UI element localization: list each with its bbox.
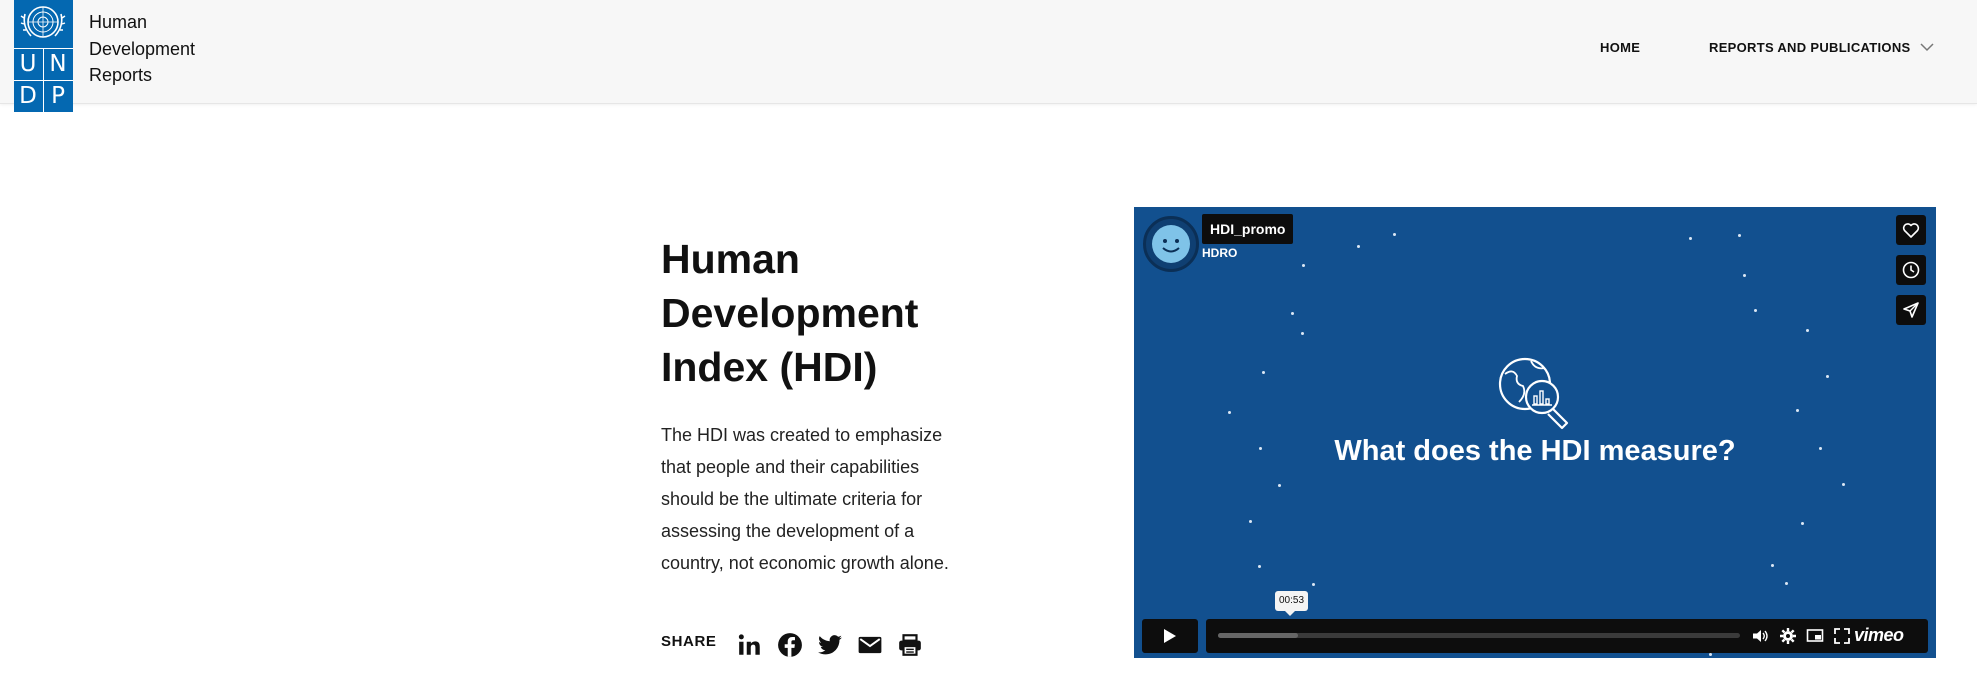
star-dot	[1393, 233, 1396, 236]
control-bar: 00:53 vimeo	[1206, 591, 1928, 653]
star-dot	[1754, 309, 1757, 312]
intro-line: country, not economic growth alone.	[661, 553, 949, 573]
video-player[interactable]: HDI_promo HDRO What does the HDI measure…	[1134, 207, 1936, 658]
star-dot	[1771, 564, 1774, 567]
like-button[interactable]	[1896, 215, 1926, 245]
star-dot	[1709, 653, 1712, 656]
star-dot	[1357, 245, 1360, 248]
play-icon	[1164, 629, 1176, 643]
globe-magnifier-icon	[1498, 357, 1569, 430]
vimeo-logo[interactable]: vimeo	[1854, 625, 1904, 646]
settings-gear-icon[interactable]	[1779, 627, 1797, 645]
undp-logo[interactable]: U N D P	[14, 0, 73, 112]
site-title[interactable]: Human Development Reports	[89, 9, 249, 89]
nav-reports-menu[interactable]: REPORTS AND PUBLICATIONS	[1709, 40, 1910, 55]
star-dot	[1262, 371, 1265, 374]
nav-home-link[interactable]: HOME	[1600, 40, 1640, 55]
intro-line: that people and their capabilities	[661, 457, 920, 477]
star-dot	[1302, 264, 1305, 267]
video-question-text: What does the HDI measure?	[1334, 435, 1736, 467]
share-send-icon	[1903, 302, 1919, 318]
star-dot	[1278, 484, 1281, 487]
video-title[interactable]: HDI_promo	[1202, 214, 1294, 244]
star-dot	[1826, 375, 1829, 378]
logo-letter-n: N	[49, 51, 67, 77]
linkedin-icon[interactable]	[737, 632, 763, 658]
twitter-icon[interactable]	[817, 632, 843, 658]
star-dot	[1312, 583, 1315, 586]
logo-letter-u: U	[19, 51, 37, 77]
channel-avatar[interactable]	[1143, 216, 1199, 272]
email-icon[interactable]	[857, 632, 883, 658]
chevron-down-icon[interactable]	[1918, 40, 1936, 54]
facebook-icon[interactable]	[777, 632, 803, 658]
like-heart-icon	[1902, 223, 1920, 238]
logo-letter-p: P	[51, 83, 65, 109]
watch-later-button[interactable]	[1896, 255, 1926, 285]
star-dot	[1806, 329, 1809, 332]
intro-line: assessing the development of a	[661, 521, 915, 541]
page-title: Human Development Index (HDI)	[661, 236, 919, 390]
star-dot	[1842, 483, 1845, 486]
intro-line: The HDI was created to emphasize	[661, 425, 943, 445]
logo-letter-d: D	[19, 83, 37, 109]
star-dot	[1738, 234, 1741, 237]
star-dot	[1785, 582, 1788, 585]
star-dot	[1689, 237, 1692, 240]
star-dot	[1301, 332, 1304, 335]
intro-paragraph: The HDI was created to emphasize that pe…	[661, 419, 1001, 579]
watch-later-clock-icon	[1902, 261, 1920, 279]
site-title-line: Human	[89, 12, 148, 32]
video-owner[interactable]: HDRO	[1202, 246, 1237, 260]
star-dot	[1291, 312, 1294, 315]
star-dot	[1801, 522, 1804, 525]
share-video-button[interactable]	[1896, 295, 1926, 325]
buffered-progress	[1218, 633, 1298, 638]
star-dot	[1743, 274, 1746, 277]
site-header: U N D P Human Development Reports HOME R…	[0, 0, 1977, 112]
play-button[interactable]	[1142, 619, 1198, 653]
smiley-face-icon	[1152, 225, 1190, 263]
star-dot	[1796, 409, 1799, 412]
site-title-line: Reports	[89, 65, 153, 85]
player-controls: 00:53 vimeo	[1142, 591, 1928, 653]
progress-track[interactable]	[1218, 633, 1740, 638]
logo-divider	[14, 80, 73, 81]
star-dot	[1258, 565, 1261, 568]
fullscreen-icon[interactable]	[1833, 627, 1851, 645]
print-icon[interactable]	[897, 632, 923, 658]
un-emblem-icon	[20, 6, 66, 38]
volume-icon[interactable]	[1751, 627, 1769, 645]
site-title-line: Development	[89, 38, 196, 59]
share-label: SHARE	[661, 633, 717, 650]
star-dot	[1249, 520, 1252, 523]
star-dot	[1228, 411, 1231, 414]
picture-in-picture-icon[interactable]	[1806, 627, 1824, 645]
time-tooltip: 00:53	[1275, 591, 1309, 616]
intro-line: should be the ultimate criteria for	[661, 489, 923, 509]
